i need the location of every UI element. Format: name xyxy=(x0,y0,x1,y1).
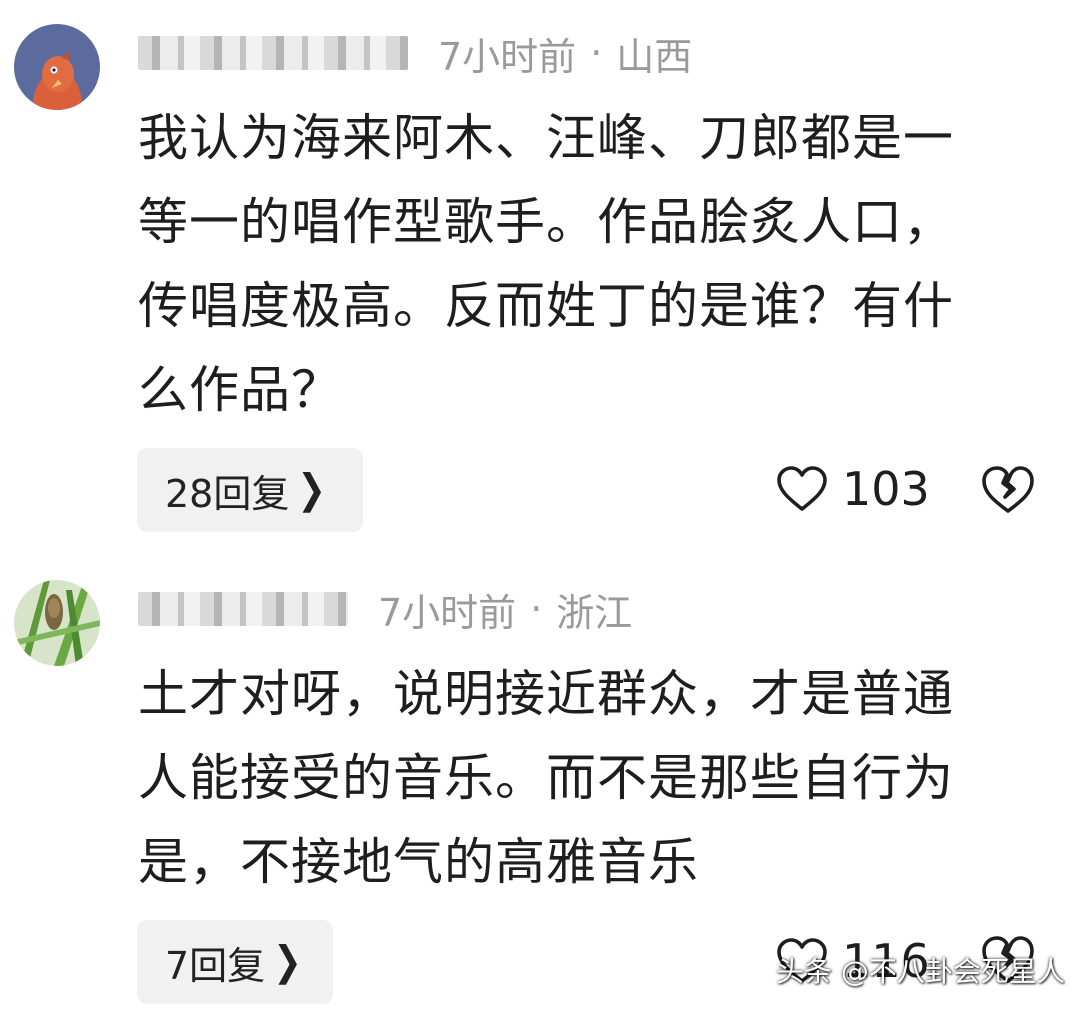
chevron-right-icon: ❯ xyxy=(297,466,326,514)
replies-label: 28回复 xyxy=(165,471,290,516)
comment-meta: 7小时前 · 浙江 xyxy=(138,584,633,635)
comment-line: 人能接受的音乐。而不是那些自行为 xyxy=(138,749,954,807)
comment-time: 7小时前 xyxy=(378,590,517,635)
broken-heart-icon xyxy=(982,466,1034,513)
meta-separator: · xyxy=(530,587,543,631)
comment-line: 么作品？ xyxy=(138,361,342,419)
avatar[interactable] xyxy=(14,24,100,110)
replies-label: 7回复 xyxy=(165,943,266,988)
replies-button[interactable]: 28回复 ❯ xyxy=(137,448,363,532)
comment-text: 土才对呀，说明接近群众，才是普通 人能接受的音乐。而不是那些自行为 是，不接地气… xyxy=(138,652,1038,904)
comment-location: 山西 xyxy=(616,34,693,79)
comment-line: 我认为海来阿木、汪峰、刀郎都是一 xyxy=(138,109,954,167)
comment-meta: 7小时前 · 山西 xyxy=(138,28,693,79)
avatar-insect-image xyxy=(14,580,100,666)
comment-line: 等一的唱作型歌手。作品脍炙人口， xyxy=(138,193,954,251)
heart-outline-icon xyxy=(777,466,827,511)
comment-time: 7小时前 xyxy=(438,34,577,79)
comment-line: 土才对呀，说明接近群众，才是普通 xyxy=(138,665,954,723)
replies-button[interactable]: 7回复 ❯ xyxy=(137,920,333,1004)
like-count: 103 xyxy=(842,462,930,516)
comment-line: 是，不接地气的高雅音乐 xyxy=(138,833,699,891)
like-button[interactable]: 103 xyxy=(776,462,930,516)
avatar-bird-image xyxy=(14,24,100,110)
comment-line: 传唱度极高。反而姓丁的是谁？有什 xyxy=(138,277,954,335)
meta-separator: · xyxy=(590,31,603,75)
comment-location: 浙江 xyxy=(556,590,633,635)
username-blurred[interactable] xyxy=(138,36,408,70)
chevron-right-icon: ❯ xyxy=(273,938,302,986)
dislike-button[interactable] xyxy=(980,464,1036,520)
watermark: 头条 @不八卦会死星人 xyxy=(776,955,1065,988)
comment-text: 我认为海来阿木、汪峰、刀郎都是一 等一的唱作型歌手。作品脍炙人口， 传唱度极高。… xyxy=(138,96,1038,432)
avatar[interactable] xyxy=(14,580,100,666)
username-blurred[interactable] xyxy=(138,592,348,626)
